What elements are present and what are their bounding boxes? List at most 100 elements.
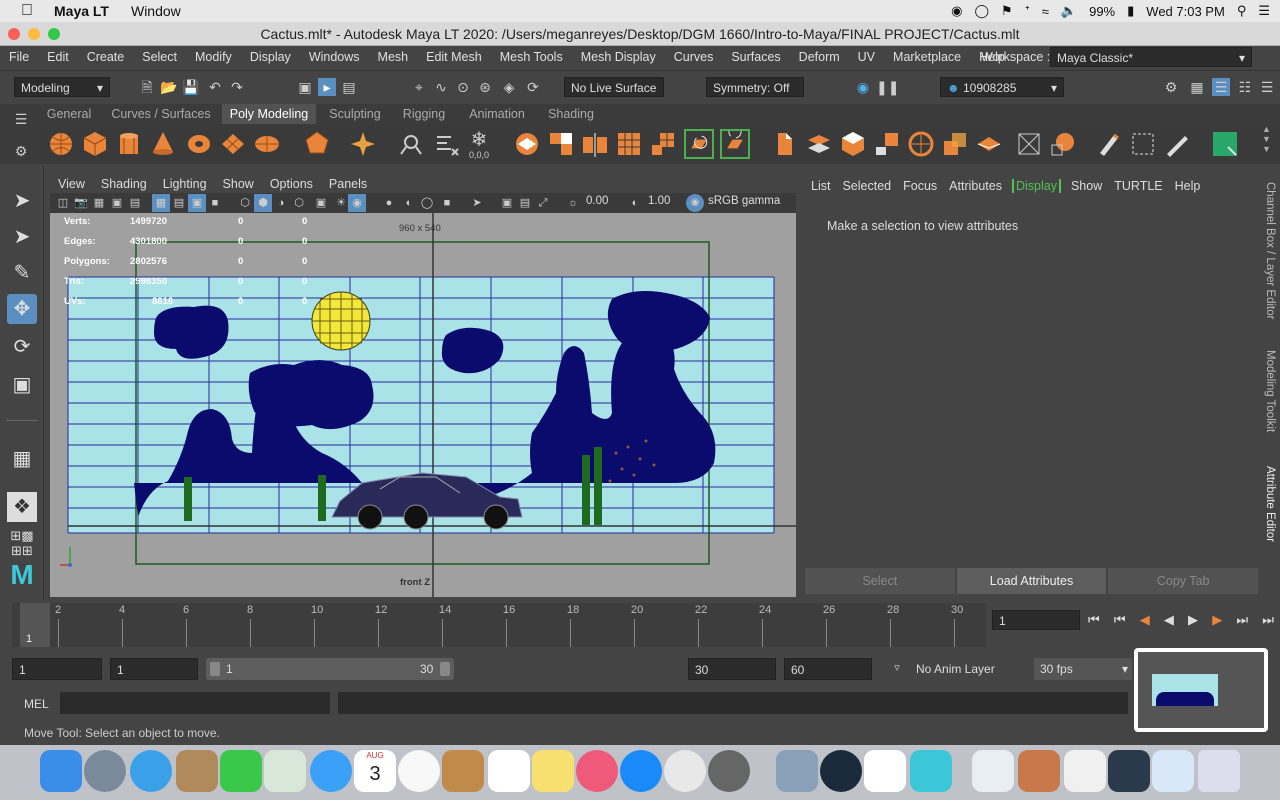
vp-menu-shading[interactable]: Shading xyxy=(93,177,155,191)
snap-grid-icon[interactable]: ⌖ xyxy=(410,78,428,96)
multi-cut-icon[interactable] xyxy=(432,129,462,159)
calendar-icon[interactable]: AUG 3 xyxy=(354,750,396,792)
vp-menu-view[interactable]: View xyxy=(50,177,93,191)
tab-general[interactable]: General xyxy=(40,104,98,124)
current-frame-field[interactable]: 1 xyxy=(992,610,1080,630)
workspace-dropdown[interactable]: Maya Classic* ▾ xyxy=(1050,47,1252,67)
tool-settings-toggle-icon[interactable]: ☰ xyxy=(1258,78,1276,96)
image-plane-icon[interactable]: ▣ xyxy=(108,194,126,212)
snap-view-icon[interactable]: ⊛ xyxy=(476,78,494,96)
pause-render-icon[interactable]: ❚❚ xyxy=(876,78,899,96)
platonic-solid-icon[interactable] xyxy=(302,129,332,159)
command-input[interactable] xyxy=(60,692,330,714)
clock[interactable]: Wed 7:03 PM xyxy=(1146,4,1225,19)
dock-downloads-icon[interactable] xyxy=(1152,750,1194,792)
append-polygon-icon[interactable] xyxy=(872,129,902,159)
finder-icon[interactable] xyxy=(40,750,82,792)
cb-menu-show[interactable]: Show xyxy=(1065,179,1108,193)
xray-icon[interactable]: ▣ xyxy=(312,194,330,212)
menu-display[interactable]: Display xyxy=(241,50,300,64)
menu-create[interactable]: Create xyxy=(78,50,134,64)
snap-surface-icon[interactable]: ◈ xyxy=(500,78,518,96)
mail-icon[interactable] xyxy=(176,750,218,792)
live-surface-field[interactable]: No Live Surface xyxy=(564,77,664,97)
fill-hole-icon[interactable] xyxy=(906,129,936,159)
dock-photo-icon[interactable] xyxy=(1018,750,1060,792)
go-to-end-icon[interactable]: ⏭ xyxy=(1262,612,1274,628)
app-store-icon[interactable] xyxy=(620,750,662,792)
super-shape-icon[interactable] xyxy=(348,129,378,159)
vp-menu-options[interactable]: Options xyxy=(262,177,321,191)
gitkraken-icon[interactable] xyxy=(820,750,862,792)
menu-mesh[interactable]: Mesh xyxy=(369,50,418,64)
mel-label[interactable]: MEL xyxy=(24,697,49,711)
reminders-icon[interactable] xyxy=(488,750,530,792)
menu-windows[interactable]: Windows xyxy=(300,50,369,64)
fps-dropdown[interactable]: 30 fps ▾ xyxy=(1034,658,1132,680)
frame-selected-icon[interactable]: ⤢ xyxy=(534,194,552,212)
boolean-icon[interactable] xyxy=(940,129,970,159)
animation-start-field[interactable]: 1 xyxy=(12,658,102,680)
tab-rigging[interactable]: Rigging xyxy=(396,104,452,124)
step-back-frame-icon[interactable]: ⏮ xyxy=(1114,612,1126,628)
lasso-tool-icon[interactable]: ➤ xyxy=(7,222,37,252)
offset-edge-loop-icon[interactable] xyxy=(838,129,868,159)
viewport-panel[interactable]: Verts: 1499720 0 0 Edges: 4301800 0 0 Po… xyxy=(50,213,796,597)
maps-icon[interactable] xyxy=(264,750,306,792)
bookmarks-icon[interactable]: ▦ xyxy=(90,194,108,212)
select-object-icon[interactable]: ▸ xyxy=(318,78,336,96)
rotate-tool-icon[interactable]: ⟳ xyxy=(7,332,37,362)
vp-menu-show[interactable]: Show xyxy=(215,177,262,191)
snap-live-icon[interactable]: ⟳ xyxy=(524,78,542,96)
isolate-icon[interactable]: ➤ xyxy=(468,194,486,212)
contacts-icon[interactable] xyxy=(442,750,484,792)
redo-icon[interactable]: ↷ xyxy=(228,78,246,96)
dock-document-icon[interactable] xyxy=(972,750,1014,792)
window-menu[interactable]: Window xyxy=(131,3,181,19)
tab-shading[interactable]: Shading xyxy=(540,104,602,124)
channel-box-toggle-icon[interactable]: ☰ xyxy=(1212,78,1230,96)
menu-curves[interactable]: Curves xyxy=(665,50,723,64)
smooth-icon[interactable] xyxy=(614,129,644,159)
tab-modeling-toolkit[interactable]: Modeling Toolkit xyxy=(1264,350,1276,432)
go-to-start-icon[interactable]: ⏮ xyxy=(1088,612,1100,628)
trash-icon[interactable] xyxy=(1198,750,1240,792)
lock-camera-icon[interactable]: 📷 xyxy=(72,194,90,212)
attribute-editor-toggle-icon[interactable]: ▦ xyxy=(1188,78,1206,96)
flag-icon[interactable]: ⚑ xyxy=(1001,3,1013,19)
zbrush-core-icon[interactable] xyxy=(864,750,906,792)
photos-icon[interactable] xyxy=(398,750,440,792)
paint-weights-icon[interactable] xyxy=(1162,129,1192,159)
bevel-icon[interactable] xyxy=(770,129,800,159)
menu-edit[interactable]: Edit xyxy=(38,50,78,64)
range-slider[interactable]: 1 30 xyxy=(206,658,454,680)
tab-attribute-editor[interactable]: Attribute Editor xyxy=(1264,466,1276,542)
poly-torus-icon[interactable] xyxy=(184,129,214,159)
creative-cloud-icon[interactable]: ◉ xyxy=(951,3,962,19)
step-forward-key-icon[interactable]: ▶ xyxy=(1212,612,1222,628)
bluetooth-icon[interactable]: ᐩ xyxy=(1025,3,1030,19)
maya-lt-icon[interactable] xyxy=(910,750,952,792)
wifi-icon[interactable]: ≈ xyxy=(1042,4,1049,19)
app-menu[interactable]: Maya LT xyxy=(54,3,109,19)
menu-surfaces[interactable]: Surfaces xyxy=(722,50,789,64)
cb-menu-display[interactable]: Display xyxy=(1011,179,1061,193)
ipr-render-icon[interactable]: ◉ xyxy=(854,78,872,96)
isolate-select-icon[interactable]: ◉ xyxy=(348,194,366,212)
poly-cylinder-icon[interactable] xyxy=(114,129,144,159)
battery-percent[interactable]: 99% xyxy=(1089,4,1115,19)
system-preferences-icon[interactable] xyxy=(708,750,750,792)
cb-menu-list[interactable]: List xyxy=(805,179,836,193)
snap-point-icon[interactable]: ⊙ xyxy=(454,78,472,96)
animation-end-field[interactable]: 60 xyxy=(784,658,872,680)
menu-uv[interactable]: UV xyxy=(849,50,884,64)
shelf-settings-icon[interactable]: ⚙ xyxy=(12,142,30,160)
smooth-shade-icon[interactable]: ⬢ xyxy=(254,194,272,212)
insert-edge-loop-icon[interactable] xyxy=(804,129,834,159)
playback-end-field[interactable]: 30 xyxy=(688,658,776,680)
combine-icon[interactable] xyxy=(546,129,576,159)
vp-menu-panels[interactable]: Panels xyxy=(321,177,375,191)
uv-editor-icon[interactable] xyxy=(1128,129,1158,159)
extrude-icon[interactable] xyxy=(684,129,714,159)
undo-icon[interactable]: ↶ xyxy=(206,78,224,96)
